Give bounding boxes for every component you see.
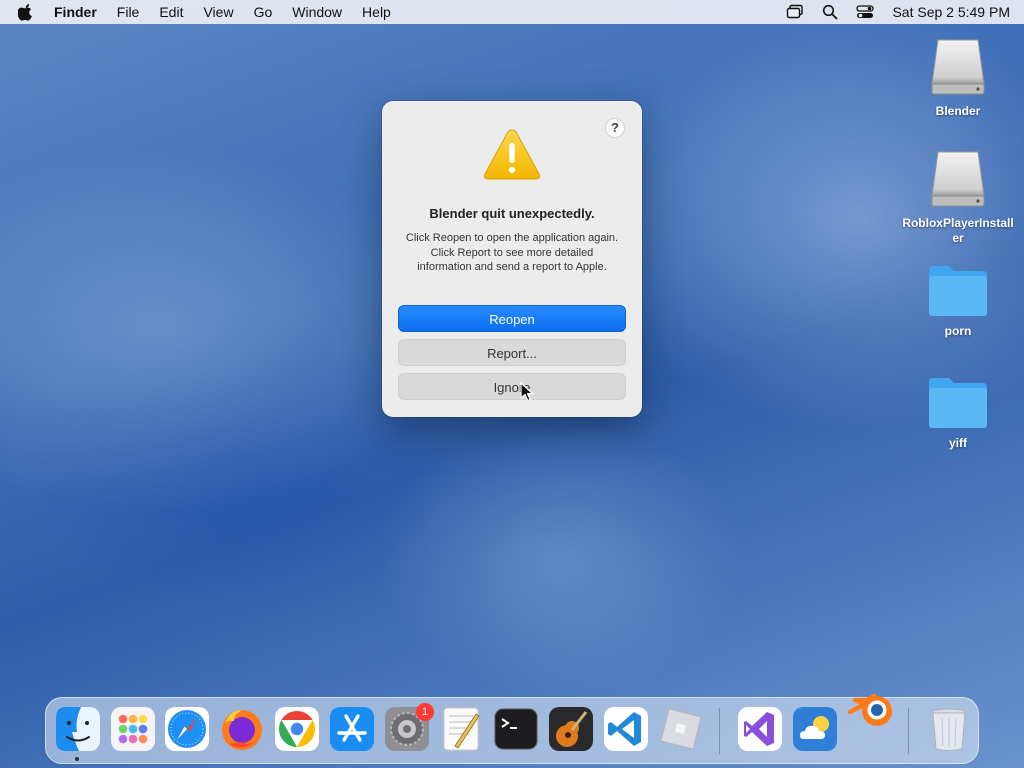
report-button[interactable]: Report... [398,339,626,366]
safari-icon [165,707,209,751]
folder-icon [929,266,987,316]
desktop-icon-porn[interactable]: porn [898,264,1018,339]
menu-bar: Finder File Edit View Go Window Help Sat… [0,0,1024,24]
chrome-icon [275,707,319,751]
menu-go[interactable]: Go [254,4,273,20]
desktop-icon-robloxplayerinstaller[interactable]: RobloxPlayerInstaller [898,148,1018,246]
dock: 1 [45,693,979,764]
menu-app-name[interactable]: Finder [54,4,97,20]
dock-trash[interactable] [926,706,972,752]
desktop-icon-label: RobloxPlayerInstaller [902,216,1014,245]
finder-icon [56,707,100,751]
app-store-icon [330,707,374,751]
dock-blender[interactable] [847,690,893,736]
desktop-icon-label: Blender [935,104,981,118]
menu-file[interactable]: File [117,4,140,20]
desktop-icon-label: porn [944,324,972,338]
warning-icon [484,129,540,180]
drive-icon [931,39,985,95]
spotlight-search-icon[interactable] [822,4,838,20]
visual-studio-icon [738,707,782,751]
help-button[interactable]: ? [605,118,625,138]
dock-finder[interactable] [55,706,101,752]
blender-icon [847,693,892,726]
menu-clock[interactable]: Sat Sep 2 5:49 PM [892,4,1010,20]
textedit-icon [443,707,480,751]
roblox-icon [660,708,702,750]
guitar-icon [549,707,593,751]
finder-running-indicator [75,757,79,761]
dock-textedit[interactable] [439,706,485,752]
menu-help[interactable]: Help [362,4,391,20]
trash-icon [932,708,966,751]
dock-chrome[interactable] [274,706,320,752]
dock-garageband[interactable] [548,706,594,752]
dock-system-settings[interactable]: 1 [384,703,434,752]
terminal-icon [494,708,538,750]
dialog-title: Blender quit unexpectedly. [429,206,595,221]
notification-badge: 1 [416,703,434,721]
dock-weather[interactable] [792,706,838,752]
control-center-icon[interactable] [856,4,875,20]
dock-separator [719,708,720,754]
dock-app-store[interactable] [329,706,375,752]
dock-vscode[interactable] [603,706,649,752]
dock-separator [908,708,909,754]
drive-icon [931,151,985,207]
firefox-icon [222,710,262,750]
screen-mirroring-icon[interactable] [786,4,804,20]
weather-icon [793,707,837,751]
dock-firefox[interactable] [219,706,265,752]
crash-dialog: ? Blender quit unexpectedly. Click Reope… [382,101,642,417]
dock-roblox[interactable] [657,706,703,752]
dock-launchpad[interactable] [110,706,156,752]
desktop-icon-yiff[interactable]: yiff [898,376,1018,451]
dock-safari[interactable] [164,706,210,752]
desktop-icon-blender[interactable]: Blender [898,36,1018,119]
launchpad-icon [111,707,155,751]
menu-edit[interactable]: Edit [159,4,183,20]
apple-menu-icon[interactable] [18,3,34,21]
reopen-button[interactable]: Reopen [398,305,626,332]
menu-view[interactable]: View [203,4,233,20]
menu-window[interactable]: Window [292,4,342,20]
ignore-button[interactable]: Ignore [398,373,626,400]
dock-terminal[interactable] [493,706,539,752]
folder-icon [929,378,987,428]
dock-visual-studio[interactable] [737,706,783,752]
mouse-pointer-icon [520,382,534,402]
dialog-message: Click Reopen to open the application aga… [405,232,619,273]
desktop-icon-label: yiff [949,436,967,450]
vscode-icon [604,707,648,751]
